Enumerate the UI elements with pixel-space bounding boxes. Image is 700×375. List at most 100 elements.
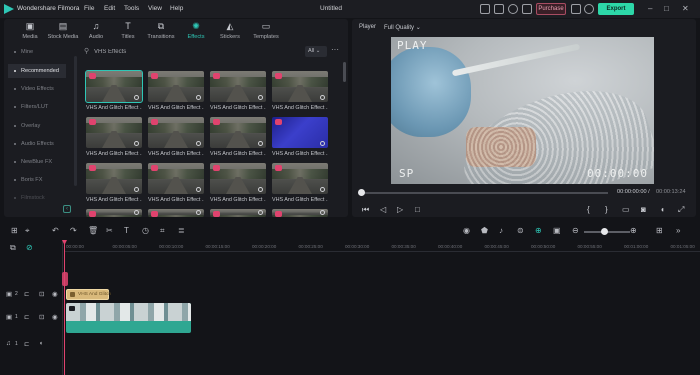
snap-icon[interactable]: ⊕ <box>535 226 542 235</box>
mix-icon[interactable]: ⊜ <box>517 226 524 235</box>
add-track-icon[interactable]: ⧉ <box>10 243 16 253</box>
delete-icon[interactable]: 🗑 <box>88 226 98 235</box>
grid-scrollbar[interactable] <box>343 62 346 82</box>
sidebar-item-filmstock[interactable]: Filmstock <box>8 191 66 205</box>
sidebar-scrollbar[interactable] <box>74 56 77 186</box>
eye-icon[interactable]: ◉ <box>52 313 58 321</box>
search-input[interactable] <box>94 46 294 58</box>
undo-icon[interactable]: ↶ <box>52 226 59 235</box>
menu-tools[interactable]: Tools <box>124 5 139 12</box>
zoom-out-icon[interactable]: ⊖ <box>572 226 579 235</box>
tab-titles[interactable]: T Titles <box>118 21 138 40</box>
tab-media[interactable]: ▣ Media <box>20 21 40 40</box>
cloud-icon[interactable] <box>508 4 518 14</box>
download-icon[interactable] <box>196 187 201 192</box>
download-icon[interactable] <box>258 141 263 146</box>
render-icon[interactable]: ◉ <box>463 226 470 235</box>
snapshot-icon[interactable]: ◙ <box>641 205 646 214</box>
folder-icon[interactable]: ⊏ <box>24 313 29 321</box>
download-icon[interactable] <box>258 187 263 192</box>
menu-help[interactable]: Help <box>170 5 183 12</box>
effect-card[interactable] <box>272 209 328 217</box>
tab-stickers[interactable]: ◭ Stickers <box>218 21 242 40</box>
maximize-icon[interactable]: □ <box>664 4 669 13</box>
account-icon[interactable] <box>522 4 532 14</box>
effect-card[interactable]: VHS And Glitch Effect ... <box>272 71 328 111</box>
sidebar-item-video-effects[interactable]: Video Effects <box>8 82 66 96</box>
download-icon[interactable] <box>258 95 263 100</box>
effect-card[interactable]: VHS And Glitch Effect ... <box>148 163 204 203</box>
previous-frame-icon[interactable]: ⏮ <box>362 205 369 215</box>
download-icon[interactable] <box>320 187 325 192</box>
download-icon[interactable] <box>196 210 201 215</box>
download-icon[interactable] <box>134 210 139 215</box>
voiceover-icon[interactable]: ♪ <box>499 226 503 235</box>
mark-in-icon[interactable]: { <box>587 205 590 214</box>
text-tool-icon[interactable]: T <box>124 226 129 235</box>
player-scrub-track[interactable] <box>360 192 608 194</box>
playhead[interactable] <box>64 240 65 375</box>
sidebar-item-filters-lut[interactable]: Filters/LUT <box>8 100 66 114</box>
more-options-icon[interactable]: ··· <box>331 45 339 54</box>
purchase-button[interactable]: Purchase <box>536 3 566 15</box>
cut-icon[interactable]: ✂ <box>106 226 113 235</box>
timeline-settings-icon[interactable]: ⊞ <box>656 226 663 235</box>
tab-audio[interactable]: ♫ Audio <box>86 21 106 40</box>
video-clip[interactable] <box>66 303 191 333</box>
effect-card[interactable]: VHS And Glitch Effect ... <box>272 117 328 157</box>
feedback-icon[interactable] <box>584 4 594 14</box>
marker-icon[interactable]: ⬟ <box>481 226 488 235</box>
fullscreen-icon[interactable]: ⤢ <box>678 205 684 215</box>
sidebar-item-audio-effects[interactable]: Audio Effects <box>8 137 66 151</box>
sidebar-item-newblue-fx[interactable]: NewBlue FX <box>8 155 66 169</box>
sidebar-item-mine[interactable]: Mine <box>8 45 66 59</box>
effect-card[interactable]: VHS And Glitch Effect ... <box>148 117 204 157</box>
notification-icon[interactable] <box>571 4 581 14</box>
menu-file[interactable]: File <box>84 5 94 12</box>
pip-icon[interactable]: ▣ <box>553 226 561 235</box>
play-back-icon[interactable]: ◁ <box>380 205 386 214</box>
filter-dropdown[interactable]: All ⌄ <box>305 46 327 57</box>
stop-icon[interactable]: □ <box>415 205 420 214</box>
adjust-icon[interactable]: ≣ <box>178 226 185 235</box>
quality-dropdown[interactable]: Full Quality ⌄ <box>384 24 421 31</box>
effect-card[interactable] <box>148 209 204 217</box>
close-icon[interactable]: ✕ <box>682 4 689 13</box>
display-settings-icon[interactable]: ▭ <box>622 205 630 214</box>
effect-clip[interactable]: VHS And Glitch <box>66 289 111 300</box>
effect-card[interactable]: VHS And Glitch Effect ... <box>148 71 204 111</box>
collapse-sidebar-icon[interactable]: ‹ <box>63 205 71 213</box>
mark-out-icon[interactable]: } <box>605 205 608 214</box>
lock-icon[interactable]: ⊡ <box>39 313 44 321</box>
speed-icon[interactable]: ◷ <box>142 226 149 235</box>
select-tool-icon[interactable]: ⌖ <box>25 226 30 236</box>
download-icon[interactable] <box>320 95 325 100</box>
effect-card[interactable]: VHS And Glitch Effect ... <box>210 71 266 111</box>
effect-card[interactable]: VHS And Glitch Effect ... <box>272 163 328 203</box>
download-icon[interactable] <box>196 141 201 146</box>
effect-card[interactable]: VHS And Glitch Effect ... <box>210 117 266 157</box>
folder-icon[interactable]: ⊏ <box>24 290 29 298</box>
speaker-icon[interactable]: ◖ <box>39 340 43 347</box>
menu-edit[interactable]: Edit <box>104 5 115 12</box>
effect-card[interactable] <box>210 209 266 217</box>
download-icon[interactable] <box>196 95 201 100</box>
download-icon[interactable] <box>320 210 325 215</box>
crop-icon[interactable]: ⌗ <box>160 226 165 236</box>
link-icon[interactable]: ⊘ <box>26 243 33 252</box>
volume-icon[interactable]: ◖ <box>660 205 665 214</box>
download-icon[interactable] <box>134 187 139 192</box>
play-icon[interactable]: ▷ <box>397 205 403 214</box>
effect-card[interactable]: VHS And Glitch Effect ... <box>210 163 266 203</box>
tab-stock-media[interactable]: ▤ Stock Media <box>46 21 80 40</box>
download-icon[interactable] <box>134 95 139 100</box>
layout-icon[interactable] <box>494 4 504 14</box>
minimize-icon[interactable]: – <box>648 4 652 13</box>
redo-icon[interactable]: ↷ <box>70 226 77 235</box>
menu-view[interactable]: View <box>148 5 162 12</box>
folder-icon[interactable]: ⊏ <box>24 340 29 348</box>
playhead-marker[interactable] <box>62 272 68 286</box>
lock-icon[interactable]: ⊡ <box>39 290 44 298</box>
eye-icon[interactable]: ◉ <box>52 290 58 298</box>
sidebar-item-recommended[interactable]: Recommended <box>8 64 66 78</box>
